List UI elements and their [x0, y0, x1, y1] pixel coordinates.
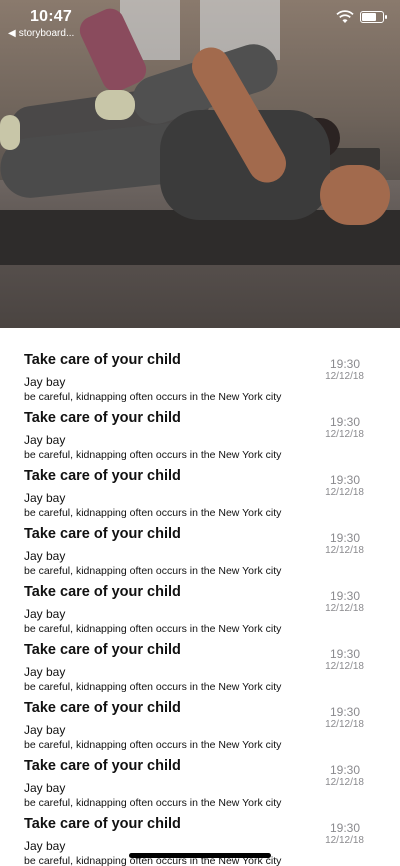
item-date: 12/12/18	[325, 545, 364, 556]
item-time: 19:30	[329, 821, 360, 835]
sneaker	[95, 90, 135, 120]
back-chevron-icon: ◀	[8, 28, 16, 39]
list-item[interactable]: Take care of your child Jay bay be caref…	[0, 344, 400, 403]
item-date: 12/12/18	[325, 719, 364, 730]
item-sender: Jay bay	[24, 839, 66, 853]
item-date: 12/12/18	[325, 661, 364, 672]
item-sender: Jay bay	[24, 665, 66, 679]
hero-image	[0, 0, 400, 328]
battery-icon	[360, 11, 387, 23]
list-item[interactable]: Take care of your child Jay bay be caref…	[0, 634, 400, 693]
back-to-app-button[interactable]: ◀ storyboard...	[8, 28, 74, 39]
item-sender: Jay bay	[24, 433, 66, 447]
item-title: Take care of your child	[24, 468, 181, 484]
item-time: 19:30	[329, 589, 360, 603]
item-time: 19:30	[329, 415, 360, 429]
item-title: Take care of your child	[24, 642, 181, 658]
item-title: Take care of your child	[24, 816, 181, 832]
item-sender: Jay bay	[24, 723, 66, 737]
item-sender: Jay bay	[24, 375, 66, 389]
item-date: 12/12/18	[325, 835, 364, 846]
item-title: Take care of your child	[24, 758, 181, 774]
item-sender: Jay bay	[24, 607, 66, 621]
item-time: 19:30	[329, 647, 360, 661]
list-item[interactable]: Take care of your child Jay bay be caref…	[0, 576, 400, 635]
item-time: 19:30	[329, 531, 360, 545]
item-time: 19:30	[329, 763, 360, 777]
item-time: 19:30	[329, 357, 360, 371]
item-date: 12/12/18	[325, 777, 364, 788]
item-title: Take care of your child	[24, 584, 181, 600]
list-item[interactable]: Take care of your child Jay bay be caref…	[0, 518, 400, 577]
status-indicators	[336, 10, 387, 24]
back-app-label: storyboard...	[18, 28, 75, 39]
item-date: 12/12/18	[325, 603, 364, 614]
status-time: 10:47	[30, 8, 72, 25]
item-title: Take care of your child	[24, 410, 181, 426]
item-date: 12/12/18	[325, 429, 364, 440]
item-time: 19:30	[329, 473, 360, 487]
item-title: Take care of your child	[24, 700, 181, 716]
item-sender: Jay bay	[24, 781, 66, 795]
home-indicator[interactable]	[129, 853, 271, 858]
item-title: Take care of your child	[24, 352, 181, 368]
wifi-icon	[336, 10, 354, 23]
list-item[interactable]: Take care of your child Jay bay be caref…	[0, 402, 400, 461]
message-list[interactable]: Take care of your child Jay bay be caref…	[0, 344, 400, 866]
list-item[interactable]: Take care of your child Jay bay be caref…	[0, 692, 400, 751]
list-item[interactable]: Take care of your child Jay bay be caref…	[0, 460, 400, 519]
sneaker	[0, 115, 20, 150]
person-head	[320, 165, 390, 225]
item-time: 19:30	[329, 705, 360, 719]
list-item[interactable]: Take care of your child Jay bay be caref…	[0, 750, 400, 809]
item-sender: Jay bay	[24, 491, 66, 505]
item-date: 12/12/18	[325, 487, 364, 498]
item-date: 12/12/18	[325, 371, 364, 382]
item-sender: Jay bay	[24, 549, 66, 563]
item-title: Take care of your child	[24, 526, 181, 542]
status-bar: 10:47 ◀ storyboard...	[0, 0, 400, 44]
